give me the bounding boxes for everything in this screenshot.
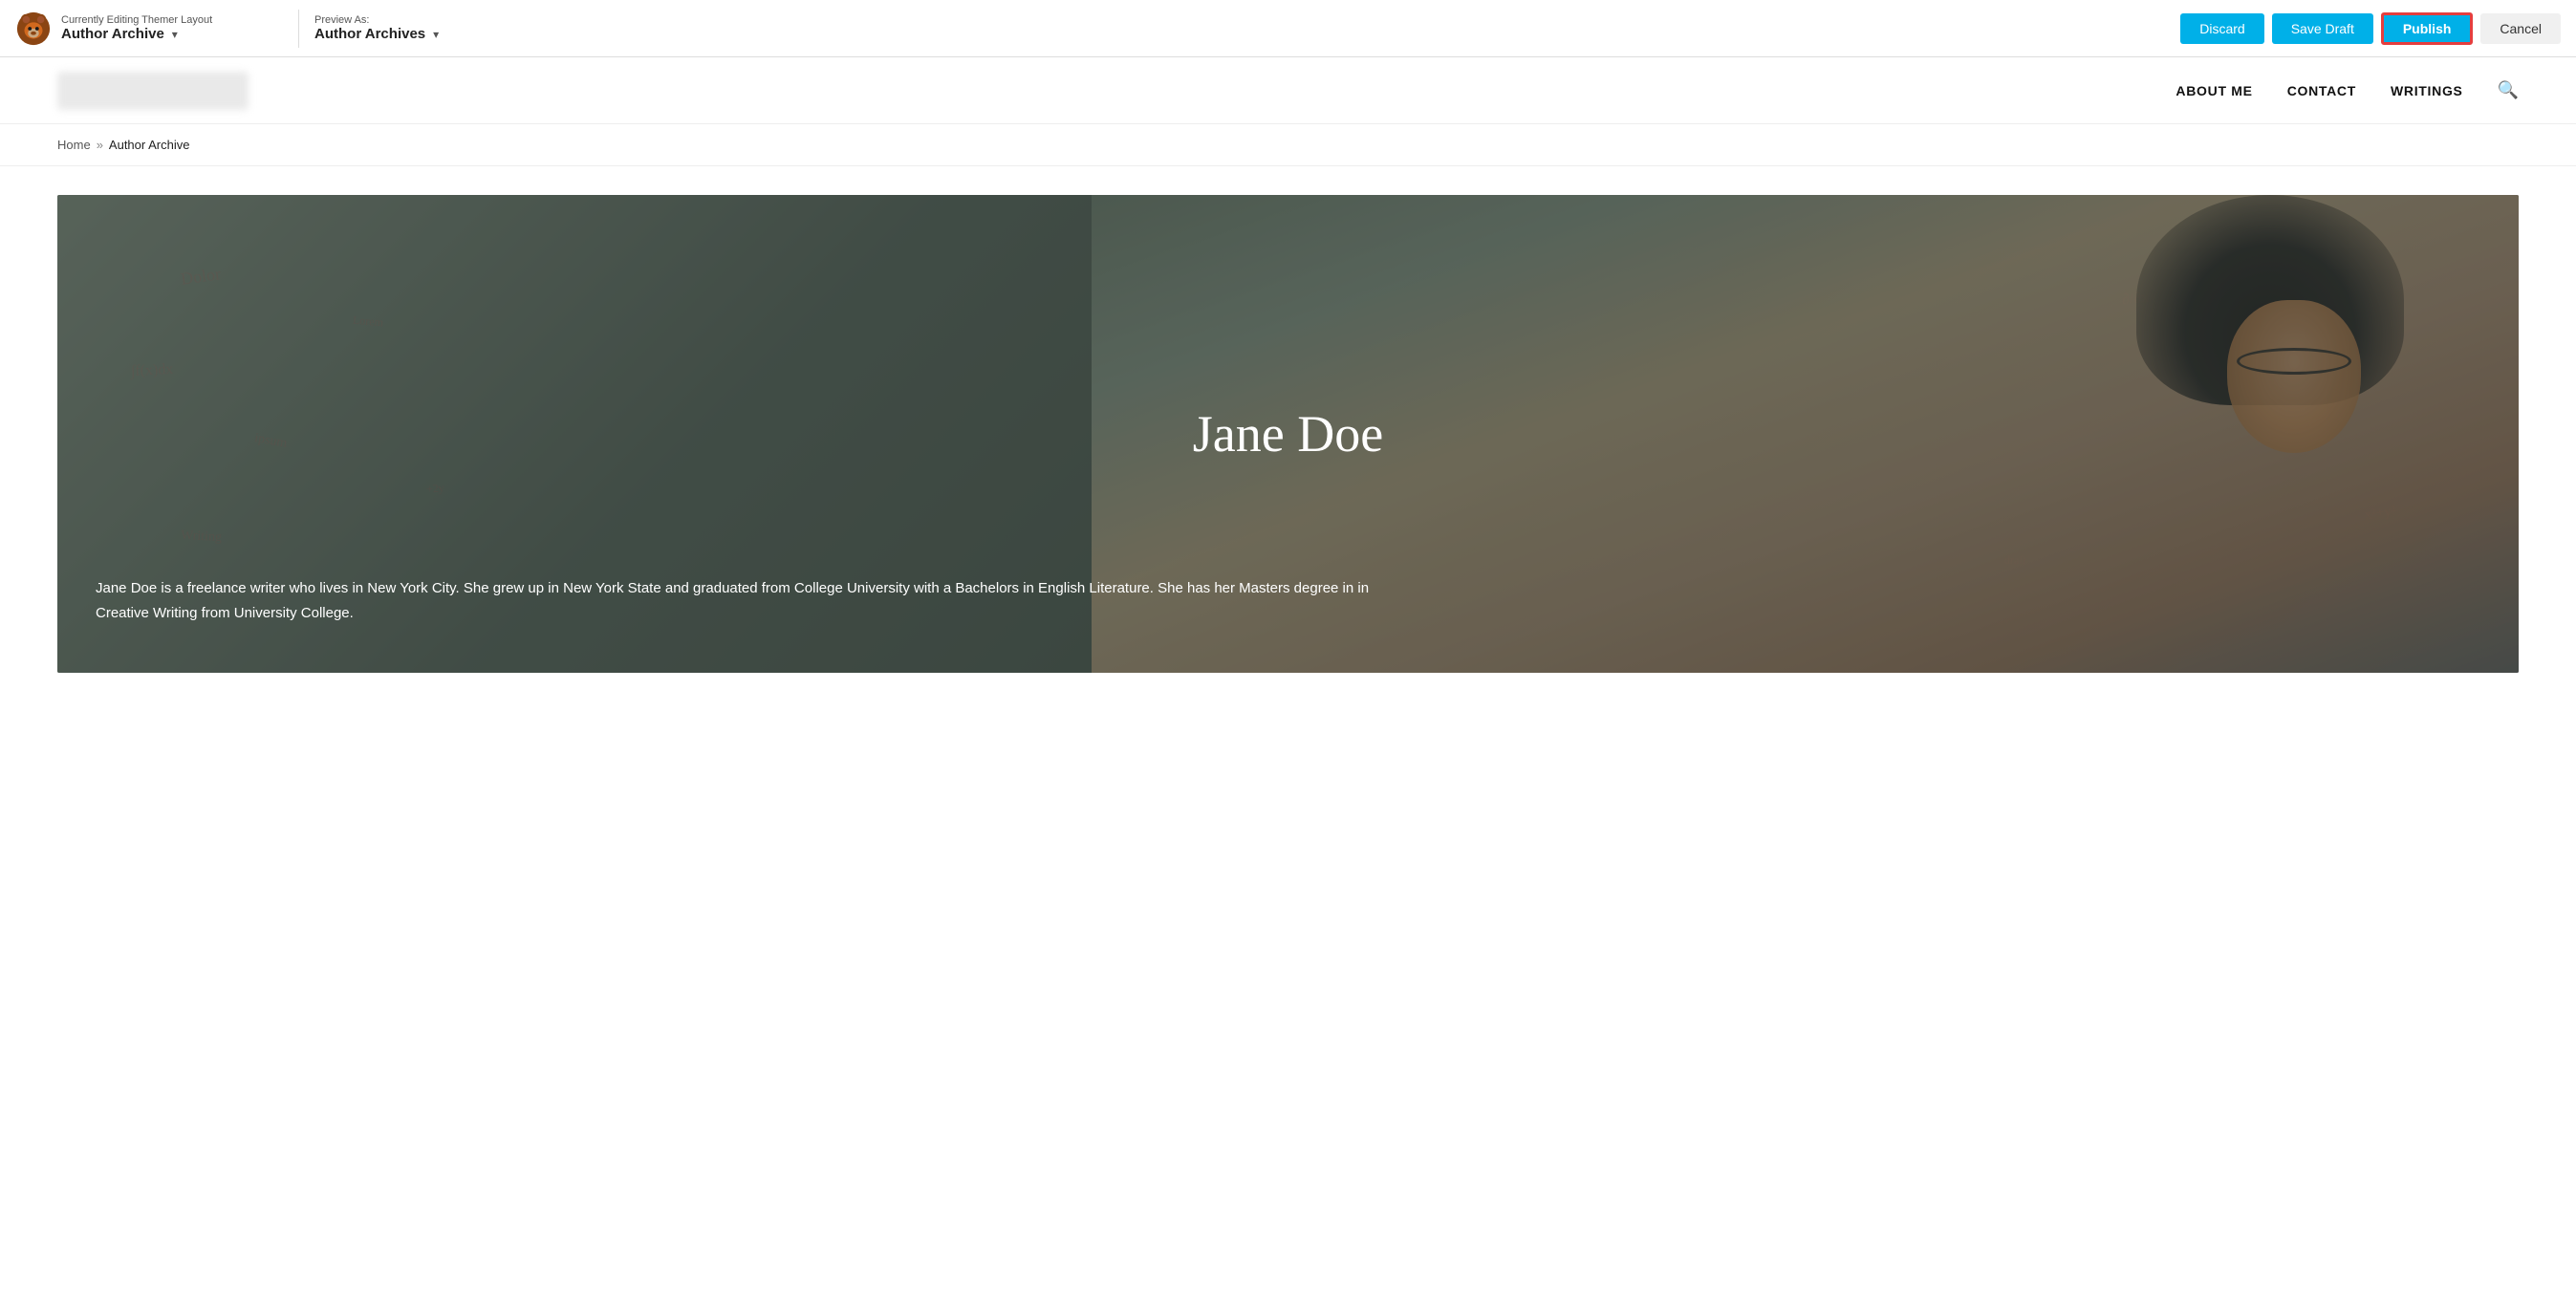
search-icon[interactable]: 🔍	[2498, 80, 2519, 100]
breadcrumb-separator: »	[97, 138, 103, 152]
preview-value: Author Archives	[314, 26, 425, 42]
save-draft-button[interactable]: Save Draft	[2272, 13, 2373, 44]
site-logo-area	[57, 72, 249, 110]
bear-logo-icon	[15, 11, 52, 47]
editing-info: Currently Editing Themer Layout Author A…	[61, 14, 212, 42]
admin-bar: Currently Editing Themer Layout Author A…	[0, 0, 2576, 57]
site-nav-links: ABOUT ME CONTACT WRITINGS 🔍	[2176, 80, 2519, 100]
cancel-button[interactable]: Cancel	[2480, 13, 2561, 44]
editing-title: Author Archive	[61, 26, 164, 42]
preview-chevron-icon[interactable]: ▾	[433, 28, 439, 41]
breadcrumb-current: Author Archive	[109, 138, 190, 152]
hero-name: Jane Doe	[1193, 404, 1383, 463]
preview-label: Preview As:	[314, 14, 544, 26]
breadcrumb: Home » Author Archive	[57, 138, 2519, 152]
hero-content: Jane Doe	[57, 195, 2519, 673]
site-logo	[57, 72, 249, 110]
admin-divider	[298, 10, 299, 48]
breadcrumb-home[interactable]: Home	[57, 138, 91, 152]
hero-section: Dolor Lorem ∫f(x)dx ipsum +2y Writing ∂/…	[57, 195, 2519, 673]
preview-area: Preview As: Author Archives ▾	[314, 14, 544, 42]
breadcrumb-bar: Home » Author Archive	[0, 124, 2576, 166]
admin-actions: Discard Save Draft Publish Cancel	[2180, 12, 2561, 45]
admin-logo-area: Currently Editing Themer Layout Author A…	[15, 11, 283, 47]
nav-link-writings[interactable]: WRITINGS	[2391, 83, 2463, 98]
nav-link-about[interactable]: ABOUT ME	[2176, 83, 2252, 98]
discard-button[interactable]: Discard	[2180, 13, 2263, 44]
editing-chevron-icon[interactable]: ▾	[172, 28, 178, 41]
publish-button[interactable]: Publish	[2381, 12, 2474, 45]
editing-label: Currently Editing Themer Layout	[61, 14, 212, 26]
nav-link-contact[interactable]: CONTACT	[2287, 83, 2356, 98]
site-nav: ABOUT ME CONTACT WRITINGS 🔍	[0, 57, 2576, 124]
